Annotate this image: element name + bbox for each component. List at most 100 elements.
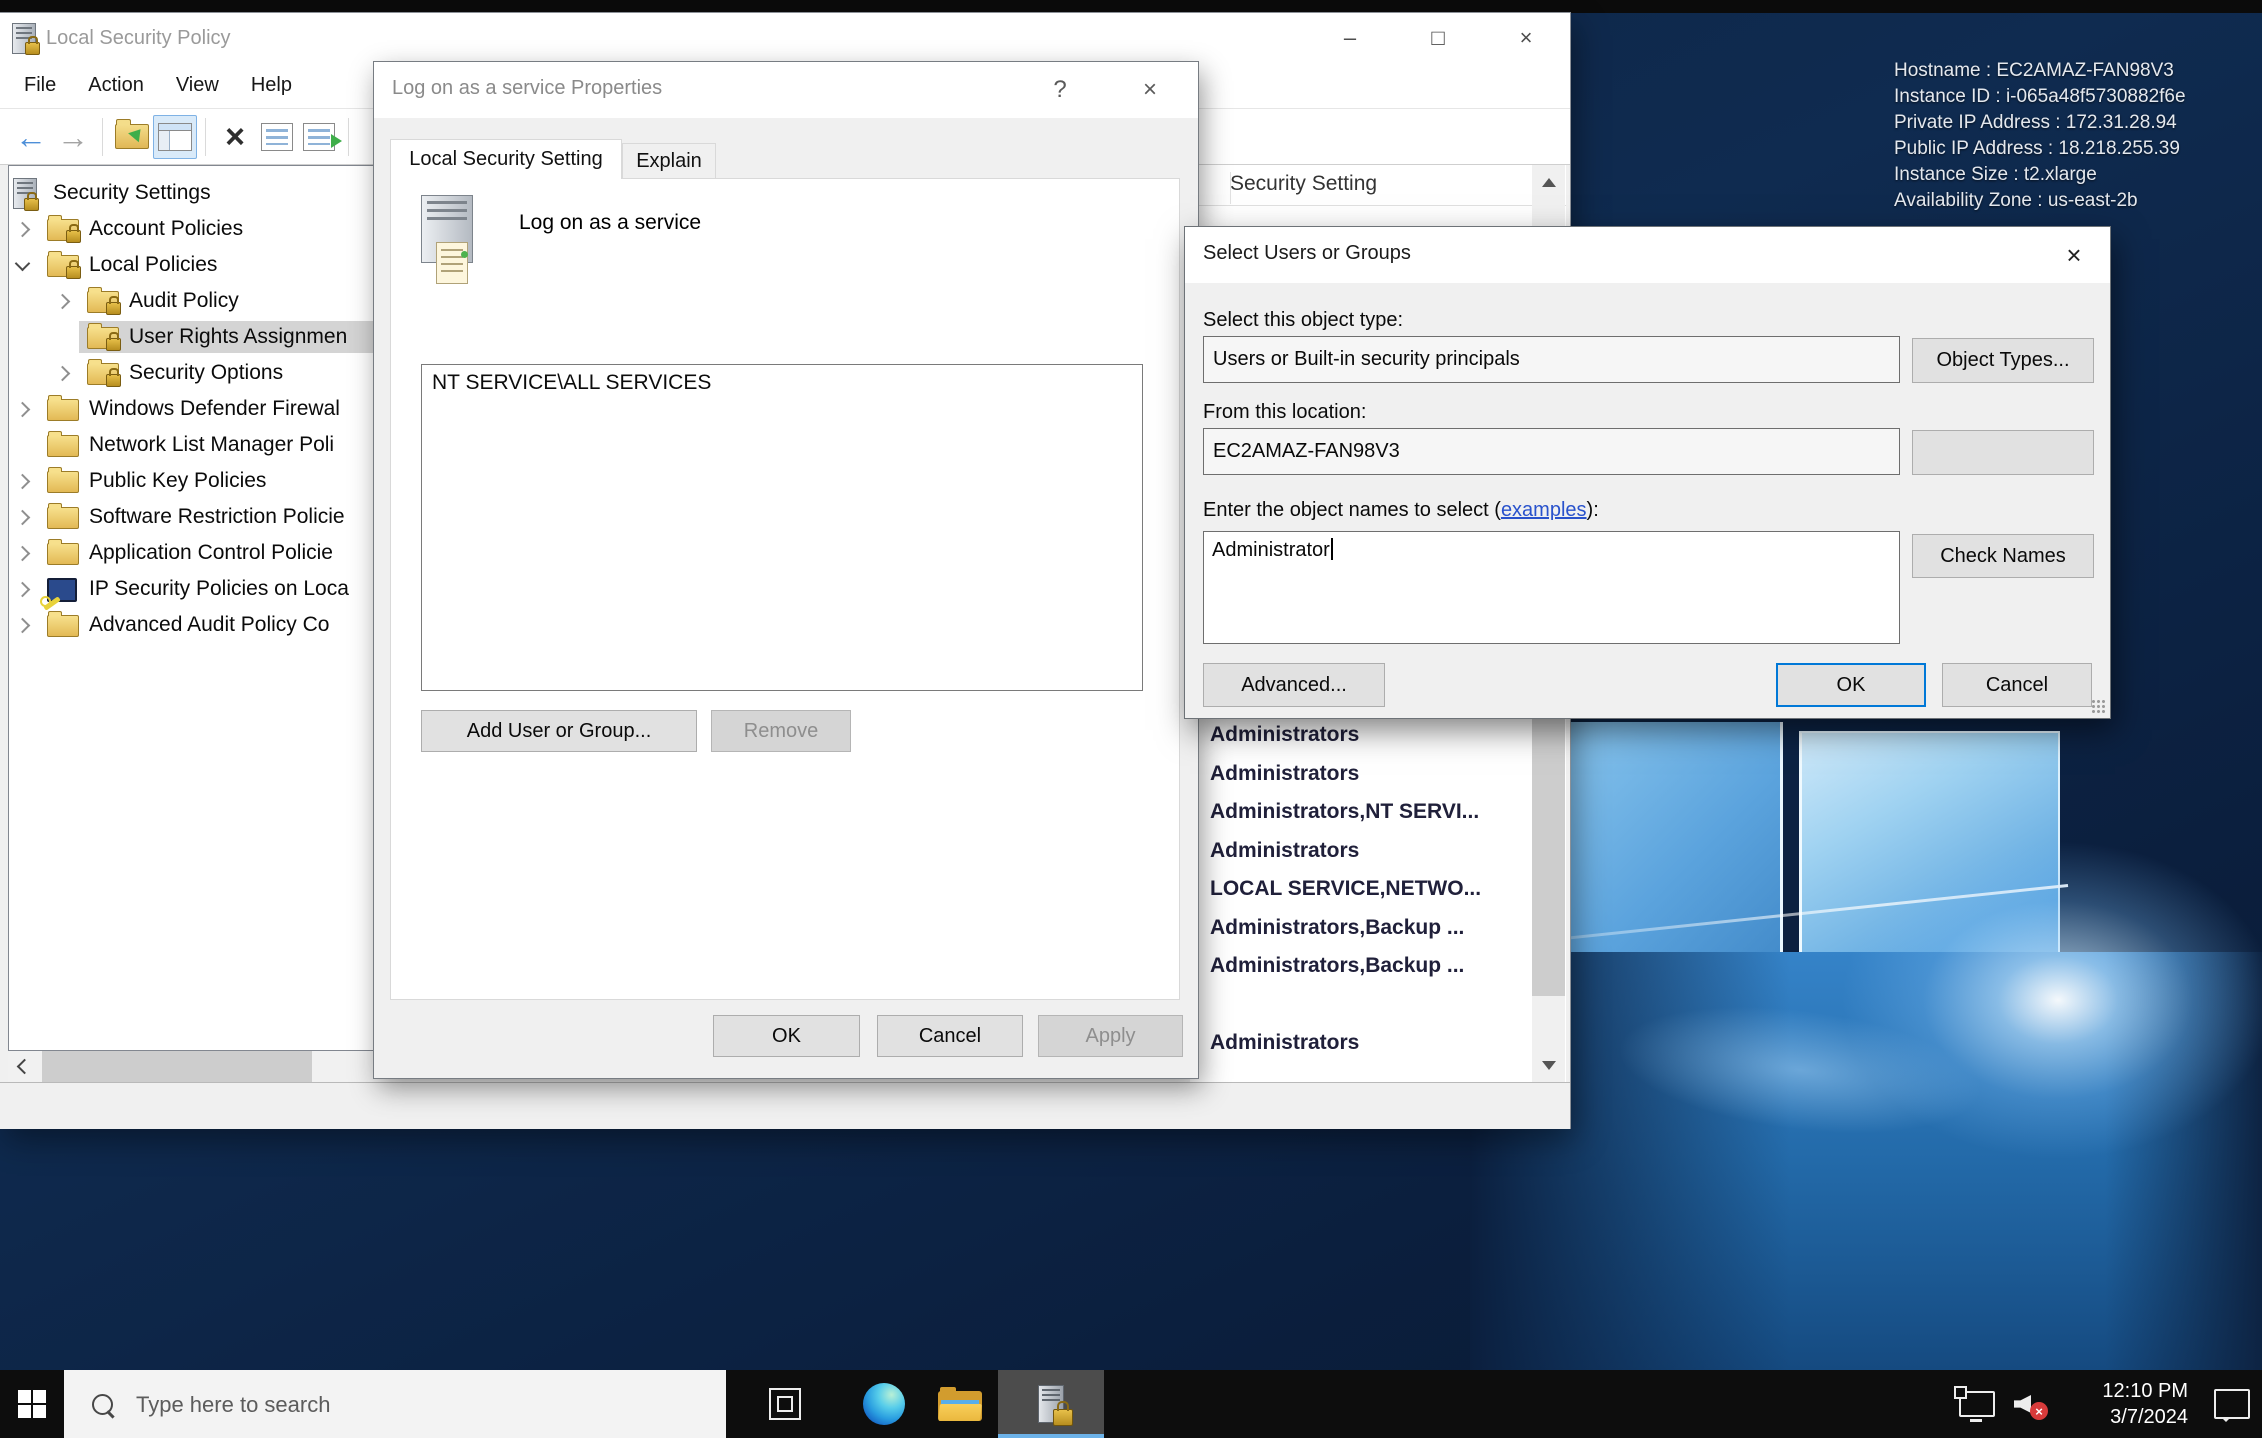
volume-tray-button[interactable]: × [2002, 1370, 2052, 1438]
network-tray-button[interactable] [1952, 1370, 2002, 1438]
menu-action[interactable]: Action [72, 74, 160, 97]
location-field[interactable]: EC2AMAZ-FAN98V3 [1203, 428, 1900, 475]
tab-explain[interactable]: Explain [622, 143, 716, 179]
tree-item-windows-defender-firewal[interactable]: Windows Defender Firewal [9, 391, 373, 427]
window-titlebar[interactable]: Local Security Policy – □ × [0, 13, 1570, 63]
menu-help[interactable]: Help [235, 74, 308, 97]
remove-button[interactable]: Remove [711, 710, 851, 752]
tree-item-application-control-policie[interactable]: Application Control Policie [9, 535, 373, 571]
scroll-up-button[interactable] [1532, 165, 1565, 199]
chevron-right-icon[interactable] [15, 582, 31, 598]
list-icon[interactable] [256, 116, 298, 158]
apply-button[interactable]: Apply [1038, 1015, 1183, 1057]
scrollbar-thumb[interactable] [1532, 716, 1565, 996]
chevron-right-icon[interactable] [55, 366, 71, 382]
resize-grip[interactable] [2091, 699, 2106, 714]
tree-item-label: Software Restriction Policie [89, 499, 345, 535]
close-button[interactable]: × [1482, 13, 1570, 63]
instance-info-overlay: Hostname : EC2AMAZ-FAN98V3Instance ID : … [1894, 58, 2186, 214]
listbox-item[interactable]: NT SERVICE\ALL SERVICES [422, 365, 1142, 401]
tree-item-ip-security-policies-on-loca[interactable]: IP Security Policies on Loca [9, 571, 373, 607]
tree-item-user-rights-assignmen[interactable]: User Rights Assignmen [9, 319, 373, 355]
console-tree[interactable]: Security SettingsAccount PoliciesLocal P… [8, 165, 374, 1051]
local-security-policy-taskbar-button[interactable] [998, 1370, 1104, 1438]
tree-item-account-policies[interactable]: Account Policies [9, 211, 373, 247]
tree-item-security-settings[interactable]: Security Settings [9, 175, 373, 211]
tree-item-security-options[interactable]: Security Options [9, 355, 373, 391]
ok-button[interactable]: OK [713, 1015, 860, 1057]
members-listbox[interactable]: NT SERVICE\ALL SERVICES [421, 364, 1143, 691]
file-explorer-taskbar-button[interactable] [922, 1370, 998, 1438]
security-setting-row[interactable] [1190, 986, 1530, 1024]
advanced-button[interactable]: Advanced... [1203, 663, 1385, 707]
chevron-right-icon[interactable] [15, 546, 31, 562]
edge-taskbar-button[interactable] [846, 1370, 922, 1438]
object-names-input[interactable]: Administrator [1203, 531, 1900, 644]
examples-link[interactable]: examples [1501, 499, 1587, 521]
object-type-field[interactable]: Users or Built-in security principals [1203, 336, 1900, 383]
search-input[interactable] [134, 1370, 698, 1438]
chevron-left-icon [16, 1059, 32, 1075]
security-setting-row[interactable]: Administrators [1190, 755, 1530, 793]
delete-icon[interactable]: × [214, 116, 256, 158]
security-setting-row[interactable]: Administrators,Backup ... [1190, 909, 1530, 947]
chevron-down-icon[interactable] [15, 256, 31, 272]
security-setting-row[interactable]: Administrators,NT SERVI... [1190, 793, 1530, 831]
object-types-button[interactable]: Object Types... [1912, 338, 2094, 383]
back-arrow-icon: ← [15, 121, 47, 153]
start-button[interactable] [0, 1370, 64, 1438]
chevron-right-icon[interactable] [15, 474, 31, 490]
security-setting-row[interactable]: LOCAL SERVICE,NETWO... [1190, 870, 1530, 908]
tab-local-security-setting[interactable]: Local Security Setting [390, 139, 622, 179]
security-setting-value: Administrators [1210, 1031, 1359, 1054]
chevron-right-icon[interactable] [15, 222, 31, 238]
security-setting-row[interactable]: Administrators [1190, 832, 1530, 870]
add-user-or-group-button[interactable]: Add User or Group... [421, 710, 697, 752]
scroll-down-button[interactable] [1532, 1048, 1565, 1082]
minimize-button[interactable]: – [1306, 13, 1394, 63]
tree-item-local-policies[interactable]: Local Policies [9, 247, 373, 283]
screen: Hostname : EC2AMAZ-FAN98V3Instance ID : … [0, 0, 2262, 1438]
up-folder-icon[interactable] [111, 116, 153, 158]
action-center-button[interactable] [2202, 1370, 2262, 1438]
edge-icon [863, 1383, 905, 1425]
security-setting-row[interactable]: Administrators,Backup ... [1190, 947, 1530, 985]
security-setting-row[interactable]: Administrators [1190, 716, 1530, 754]
scroll-left-button[interactable] [8, 1051, 40, 1082]
cancel-button[interactable]: Cancel [877, 1015, 1023, 1057]
task-view-button[interactable] [746, 1370, 824, 1438]
chevron-right-icon[interactable] [15, 618, 31, 634]
cancel-button[interactable]: Cancel [1942, 663, 2092, 707]
menu-file[interactable]: File [8, 74, 72, 97]
close-button[interactable]: × [2046, 227, 2102, 283]
chevron-right-icon[interactable] [15, 402, 31, 418]
close-button[interactable]: × [1122, 62, 1178, 118]
taskbar-clock[interactable]: 12:10 PM 3/7/2024 [2070, 1378, 2188, 1430]
console-icon[interactable] [153, 115, 197, 159]
tree-item-network-list-manager-poli[interactable]: Network List Manager Poli [9, 427, 373, 463]
locations-button[interactable] [1912, 430, 2094, 475]
column-divider[interactable] [1230, 172, 1231, 204]
chevron-right-icon[interactable] [15, 510, 31, 526]
chevron-right-icon[interactable] [55, 294, 71, 310]
scrollbar-thumb[interactable] [42, 1051, 312, 1082]
tree-item-audit-policy[interactable]: Audit Policy [9, 283, 373, 319]
tree-item-software-restriction-policie[interactable]: Software Restriction Policie [9, 499, 373, 535]
help-button[interactable]: ? [1032, 62, 1088, 118]
security-setting-row[interactable]: Administrators [1190, 1024, 1530, 1062]
forward-icon[interactable]: → [52, 116, 94, 158]
taskbar-search[interactable] [64, 1370, 726, 1438]
maximize-button[interactable]: □ [1394, 13, 1482, 63]
back-icon[interactable]: ← [10, 116, 52, 158]
dialog-titlebar[interactable]: Select Users or Groups × [1185, 227, 2110, 283]
column-header-security-setting[interactable]: Security Setting [1190, 165, 1566, 206]
dialog-titlebar[interactable]: Log on as a service Properties ? × [374, 62, 1198, 118]
horizontal-scrollbar[interactable] [8, 1051, 374, 1082]
check-names-button[interactable]: Check Names [1912, 534, 2094, 578]
menu-view[interactable]: View [160, 74, 235, 97]
taskbar: × 12:10 PM 3/7/2024 [0, 1370, 2262, 1438]
tree-item-advanced-audit-policy-co[interactable]: Advanced Audit Policy Co [9, 607, 373, 643]
export-icon[interactable] [298, 116, 340, 158]
tree-item-public-key-policies[interactable]: Public Key Policies [9, 463, 373, 499]
ok-button[interactable]: OK [1776, 663, 1926, 707]
